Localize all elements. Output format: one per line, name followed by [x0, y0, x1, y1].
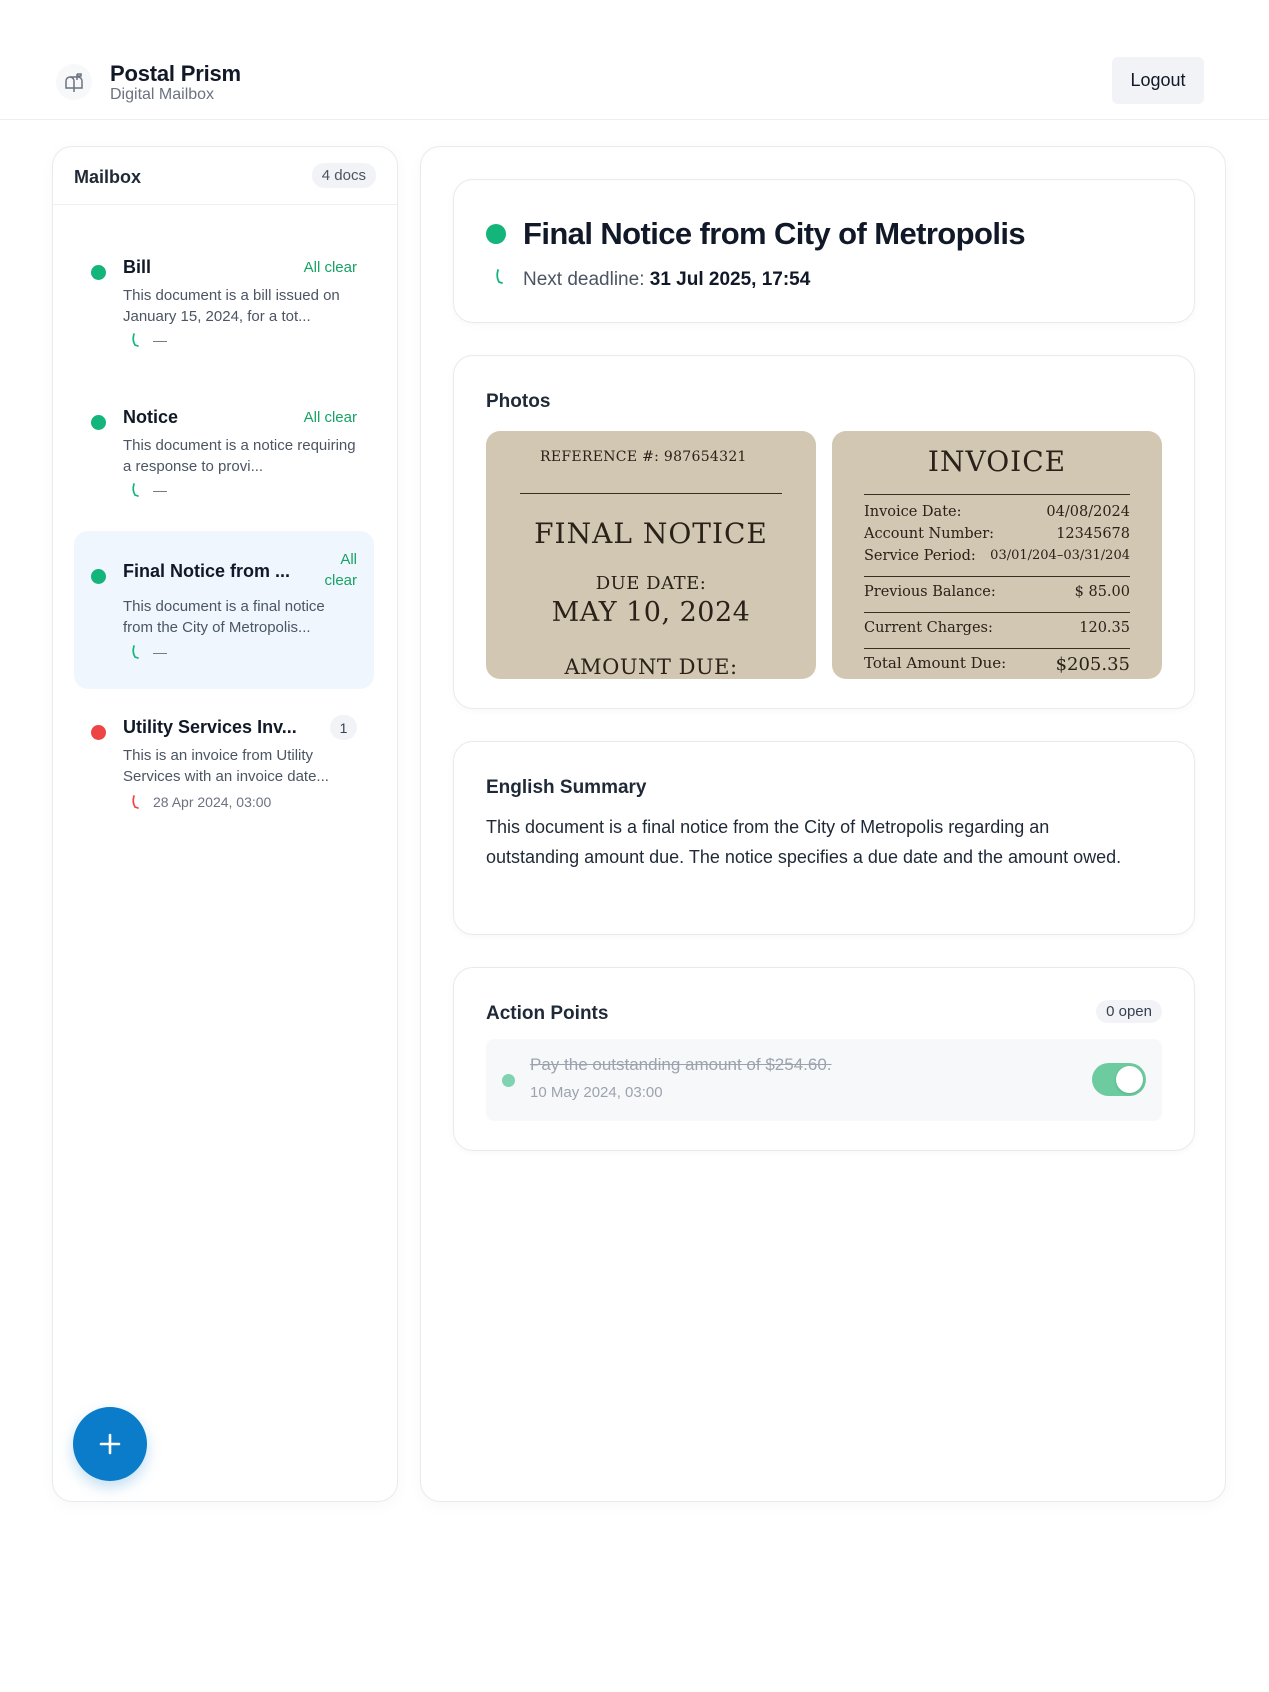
logout-button[interactable]: Logout	[1112, 57, 1204, 104]
invoice-total-row: Total Amount Due: $205.35	[864, 654, 1130, 675]
status-label: All clear	[324, 551, 357, 589]
status-label: All clear	[303, 259, 357, 276]
photo-heading: FINAL NOTICE	[534, 517, 768, 550]
mailbox-sidebar: Mailbox 4 docs Bill All clear This docum…	[52, 146, 398, 1502]
invoice-row: Previous Balance: $ 85.00	[864, 584, 1130, 600]
action-text: Pay the outstanding amount of $254.60.	[530, 1055, 832, 1074]
action-done-toggle[interactable]	[1092, 1063, 1146, 1096]
status-dot	[91, 725, 106, 740]
status-dot	[91, 569, 106, 584]
divider	[864, 494, 1130, 495]
doc-meta: 28 Apr 2024, 03:00	[131, 794, 271, 810]
photo-due-label: DUE DATE:	[595, 573, 707, 594]
document-title-card: Final Notice from City of Metropolis Nex…	[453, 179, 1195, 323]
add-document-button[interactable]	[73, 1407, 147, 1481]
summary-label: English Summary	[486, 777, 647, 798]
doc-meta: —	[131, 332, 167, 348]
phone-icon	[132, 645, 139, 659]
app-subtitle: Digital Mailbox	[110, 86, 215, 103]
invoice-row: Invoice Date: 04/08/2024	[864, 504, 1130, 520]
divider	[864, 612, 1130, 613]
doc-title: Utility Services Inv...	[123, 717, 297, 737]
doc-meta: —	[131, 644, 167, 660]
photos-card: Photos REFERENCE #: 987654321 FINAL NOTI…	[453, 355, 1195, 709]
action-points-card: Action Points 0 open Pay the outstanding…	[453, 967, 1195, 1151]
invoice-row: Current Charges: 120.35	[864, 620, 1130, 636]
action-count-badge: 1	[330, 715, 357, 740]
next-deadline: Next deadline: 31 Jul 2025, 17:54	[523, 269, 810, 291]
doc-deadline: —	[153, 332, 167, 348]
photo-heading: INVOICE	[927, 445, 1067, 478]
document-title: Final Notice from City of Metropolis	[523, 216, 1026, 251]
action-points-label: Action Points	[486, 1003, 609, 1024]
status-label: All clear	[303, 409, 357, 426]
sidebar-title: Mailbox	[74, 167, 142, 187]
phone-icon	[496, 269, 503, 284]
status-dot	[91, 415, 106, 430]
mailbox-item-final-notice[interactable]: Final Notice from ... All clear This doc…	[74, 531, 374, 689]
document-photo-invoice[interactable]: INVOICE Invoice Date: 04/08/2024 Account …	[832, 431, 1162, 679]
doc-description: This document is a bill issued on Januar…	[123, 287, 340, 325]
toggle-knob	[1116, 1066, 1143, 1093]
summary-card: English Summary This document is a final…	[453, 741, 1195, 935]
doc-deadline: —	[153, 644, 167, 660]
app-header: Postal Prism Digital Mailbox Logout	[0, 0, 1269, 120]
divider	[864, 576, 1130, 577]
summary-text: This document is a final notice from the…	[486, 817, 1122, 867]
doc-description: This is an invoice from Utility Services…	[123, 747, 329, 785]
divider	[520, 493, 782, 494]
mailbox-item-utility-invoice[interactable]: Utility Services Inv... 1 This is an inv…	[74, 697, 374, 837]
phone-icon	[132, 483, 139, 497]
mailbox-icon	[56, 64, 92, 100]
doc-description: This document is a final notice from the…	[123, 598, 325, 636]
doc-deadline: —	[153, 482, 167, 498]
sidebar-header: Mailbox 4 docs	[53, 147, 397, 205]
document-photo-final-notice[interactable]: REFERENCE #: 987654321 FINAL NOTICE DUE …	[486, 431, 816, 679]
status-dot	[91, 265, 106, 280]
photos-label: Photos	[486, 391, 551, 412]
photo-reference: REFERENCE #: 987654321	[540, 449, 747, 465]
invoice-row: Account Number: 12345678	[864, 526, 1130, 542]
photo-due-date: MAY 10, 2024	[551, 597, 751, 628]
open-count-badge: 0 open	[1096, 1000, 1162, 1023]
app-title: Postal Prism	[110, 61, 241, 86]
action-item[interactable]: Pay the outstanding amount of $254.60. 1…	[486, 1039, 1162, 1121]
deadline-label: Next deadline:	[523, 269, 645, 290]
phone-icon	[132, 333, 139, 347]
divider	[864, 648, 1130, 649]
doc-title: Final Notice from ...	[123, 561, 291, 581]
doc-deadline: 28 Apr 2024, 03:00	[153, 794, 272, 810]
photo-amount-label: AMOUNT DUE:	[564, 655, 738, 679]
doc-count-badge: 4 docs	[311, 163, 376, 188]
action-status-dot	[502, 1074, 515, 1087]
doc-title: Notice	[123, 407, 179, 427]
mailbox-item-notice[interactable]: Notice All clear This document is a noti…	[74, 372, 374, 514]
doc-title: Bill	[123, 257, 152, 277]
action-date: 10 May 2024, 03:00	[530, 1084, 663, 1101]
doc-meta: —	[131, 482, 167, 498]
deadline-value: 31 Jul 2025, 17:54	[649, 269, 811, 290]
invoice-row: Service Period: 03/01/204–03/31/204	[864, 548, 1130, 564]
document-detail-panel: Final Notice from City of Metropolis Nex…	[420, 146, 1226, 1502]
doc-description: This document is a notice requiring a re…	[123, 437, 356, 475]
status-dot	[486, 224, 506, 244]
mailbox-item-bill[interactable]: Bill All clear This document is a bill i…	[74, 222, 374, 364]
plus-icon	[99, 1433, 121, 1455]
phone-icon	[132, 795, 139, 809]
